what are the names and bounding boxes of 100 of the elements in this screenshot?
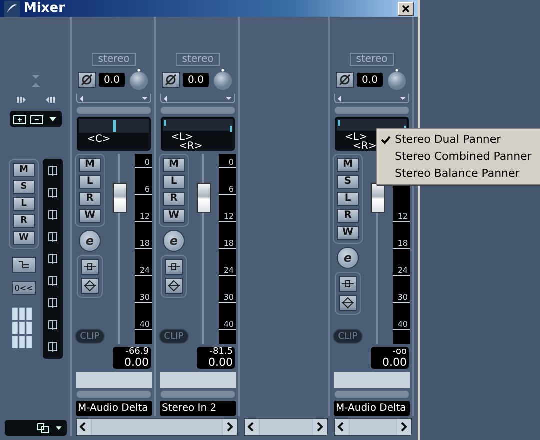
phase-button[interactable] [78,72,96,88]
scale-label: 6 [134,185,152,195]
channel-name[interactable]: M-Audio Delta [334,401,410,416]
phase-icon [338,74,352,86]
channel-button[interactable]: M [79,158,101,172]
insert-icon [341,278,355,290]
channel-name[interactable]: M-Audio Delta [76,401,152,416]
scale-label: 30 [392,293,410,303]
global-button[interactable]: L [13,197,35,211]
collapse-icon [30,73,42,89]
scale-label: 30 [134,293,152,303]
peak-value: -oo [392,347,407,357]
app-icon [4,0,20,16]
pan-marker [338,120,340,126]
channel-button[interactable]: R [163,192,185,206]
phase-button[interactable] [336,72,354,88]
channel-button[interactable]: W [79,209,101,223]
input-label: stereo [350,53,394,66]
channel-button[interactable]: L [79,175,101,189]
channel-button[interactable]: W [163,209,185,223]
menu-item[interactable]: Stereo Combined Panner [377,148,540,165]
scale-label: 24 [134,266,152,276]
channel-button[interactable]: S [337,175,359,189]
gain-value[interactable]: 0.0 [99,73,125,87]
scale-label: 40 [134,320,152,330]
close-icon [401,4,411,14]
scale-label: 18 [392,239,410,249]
edit-button[interactable]: e [79,230,101,252]
scale-label: 30 [218,293,236,303]
send-button[interactable] [339,295,357,311]
scale-label: 12 [218,212,236,222]
global-button[interactable]: W [13,231,35,245]
gain-value[interactable]: 0.0 [183,73,209,87]
scale-label: 0 [134,158,152,168]
scrollbar[interactable] [76,418,238,436]
input-label: stereo [176,53,220,66]
pan-label: <L> [171,133,194,142]
scale-label: 12 [134,212,152,222]
input-label: stereo [92,53,136,66]
volume-value: 0.00 [382,357,407,368]
insert-icon [83,261,97,273]
check-icon [380,134,392,146]
pan-marker [230,126,232,132]
edit-button[interactable]: e [163,230,185,252]
insert-dropdown-icon[interactable] [334,94,410,104]
scrollbar[interactable] [244,418,328,436]
scale-label: 6 [218,185,236,195]
phase-icon [164,74,178,86]
scrollbar[interactable] [334,418,412,436]
scale-label: 40 [392,320,410,330]
insert-button[interactable] [339,276,357,292]
insert-dropdown-icon[interactable] [160,94,236,104]
global-button[interactable]: S [13,180,35,194]
send-button[interactable] [165,278,183,294]
gain-value[interactable]: 0.0 [357,73,383,87]
pan-label: <R> [353,142,377,151]
pan-marker [113,120,116,132]
pan-display[interactable]: <C> [77,117,151,151]
pan-label: <R> [179,142,203,151]
edit-button[interactable]: e [337,247,359,269]
insert-button[interactable] [165,259,183,275]
reset-button[interactable]: 0<< [12,281,36,295]
phase-button[interactable] [162,72,180,88]
scale-label: 18 [134,239,152,249]
channel-name[interactable]: Stereo In 2 [160,401,236,416]
global-button[interactable]: M [13,163,35,177]
global-button[interactable]: R [13,214,35,228]
peak-value: -81.5 [210,347,233,357]
peak-value: -66.9 [126,347,149,357]
channel-button[interactable]: W [337,226,359,240]
fader-thumb[interactable] [197,182,211,213]
fader-thumb[interactable] [113,182,127,213]
scale-label: 12 [392,212,410,222]
volume-value: 0.00 [124,357,149,368]
scale-label: 40 [218,320,236,330]
channel-button[interactable]: L [163,175,185,189]
copy-icon [37,422,51,434]
menu-item[interactable]: Stereo Balance Panner [377,165,540,182]
window-title: Mixer [24,1,66,16]
scale-label: 24 [218,266,236,276]
close-button[interactable] [398,2,414,16]
channel-button[interactable]: R [337,209,359,223]
channel-button[interactable]: M [337,158,359,172]
pan-label: <C> [87,135,111,144]
diamond-icon [167,280,181,292]
insert-dropdown-icon[interactable] [76,94,152,104]
diamond-icon [83,280,97,292]
channel-button[interactable]: M [163,158,185,172]
insert-button[interactable] [81,259,99,275]
pan-label: <L> [345,133,368,142]
send-button[interactable] [81,278,99,294]
channel-button[interactable]: R [79,192,101,206]
routing-button[interactable] [12,257,36,273]
insert-icon [167,261,181,273]
pan-display[interactable]: <L> <R> [161,117,235,151]
channel-button[interactable]: L [337,192,359,206]
pan-marker [164,120,166,126]
scale-label: 24 [392,266,410,276]
fader-thumb[interactable] [371,182,385,213]
scale-label: 18 [218,239,236,249]
